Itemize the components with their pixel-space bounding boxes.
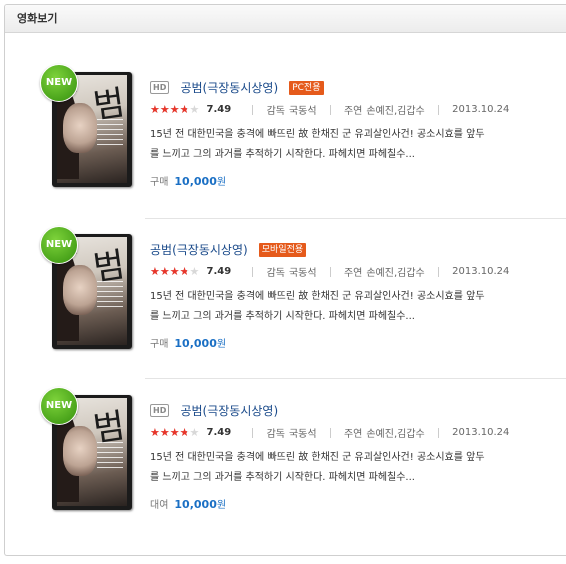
cast-label: 주연: [343, 106, 363, 117]
platform-tag: 모바일전용: [258, 242, 307, 257]
star-rating: ★★★★★★★★★★: [150, 265, 200, 278]
cast-names: 손예진,김갑수: [366, 268, 425, 279]
release-date: 2013.10.24: [452, 266, 510, 277]
new-badge: NEW: [40, 226, 78, 264]
release-date: 2013.10.24: [452, 427, 510, 438]
movie-title-link[interactable]: 공범(극장동시상영): [180, 402, 278, 419]
director-label: 감독: [266, 429, 285, 440]
price-unit: 원: [216, 339, 227, 350]
cast-names: 손예진,김갑수: [366, 429, 425, 440]
release-date: 2013.10.24: [452, 104, 510, 115]
synopsis-line-2: 를 느끼고 그의 과거를 추적하기 시작한다. 파헤치면 파헤칠수...: [150, 149, 415, 160]
hd-badge: HD: [150, 81, 170, 94]
movie-panel: 영화보기 NEW ∟범 HD 공범(극장동시상영) PC전용 ★★★★★★★★★…: [4, 4, 566, 556]
new-badge: NEW: [40, 387, 78, 425]
rating-score: 7.49: [206, 104, 232, 115]
price-label: 구매: [150, 339, 169, 350]
synopsis-line-1: 15년 전 대한민국을 충격에 빠뜨린 故 한채진 군 유괴살인사건! 공소시효…: [150, 452, 485, 463]
movie-title-link[interactable]: 공범(극장동시상영): [180, 79, 278, 96]
price-amount: 10,000: [174, 498, 217, 511]
price-label: 구매: [150, 177, 169, 188]
list-item: NEW ∟범 HD 공범(극장동시상영) PC전용 ★★★★★★★★★★ 7.4…: [36, 64, 566, 204]
price-row: 대여 10,000원: [150, 496, 226, 511]
price-amount: 10,000: [174, 337, 217, 350]
panel-title: 영화보기: [5, 5, 566, 33]
synopsis: 15년 전 대한민국을 충격에 빠뜨린 故 한채진 군 유괴살인사건! 공소시효…: [150, 287, 566, 327]
synopsis-line-2: 를 느끼고 그의 과거를 추적하기 시작한다. 파헤치면 파헤칠수...: [150, 472, 415, 483]
synopsis-line-1: 15년 전 대한민국을 충격에 빠뜨린 故 한채진 군 유괴살인사건! 공소시효…: [150, 129, 485, 140]
meta-row: ★★★★★★★★★★ 7.49 감독국동석 주연손예진,김갑수 2013.10.…: [150, 425, 509, 440]
price-unit: 원: [216, 177, 227, 188]
cast-names: 손예진,김갑수: [366, 106, 425, 117]
star-rating: ★★★★★★★★★★: [150, 103, 200, 116]
rating-score: 7.49: [206, 427, 232, 438]
price-row: 구매 10,000원: [150, 173, 226, 188]
star-rating: ★★★★★★★★★★: [150, 426, 200, 439]
director-name: 국동석: [288, 429, 317, 440]
director-label: 감독: [266, 106, 285, 117]
synopsis-line-2: 를 느끼고 그의 과거를 추적하기 시작한다. 파헤치면 파헤칠수...: [150, 311, 415, 322]
cast-label: 주연: [343, 268, 363, 279]
director-name: 국동석: [288, 268, 317, 279]
meta-row: ★★★★★★★★★★ 7.49 감독국동석 주연손예진,김갑수 2013.10.…: [150, 264, 509, 279]
new-badge: NEW: [40, 64, 78, 102]
list-item: NEW ∟범 공범(극장동시상영) 모바일전용 ★★★★★★★★★★ 7.49 …: [36, 226, 566, 366]
meta-row: ★★★★★★★★★★ 7.49 감독국동석 주연손예진,김갑수 2013.10.…: [150, 102, 509, 117]
director-label: 감독: [266, 268, 285, 279]
price-label: 대여: [150, 500, 169, 511]
rating-score: 7.49: [206, 266, 232, 277]
synopsis: 15년 전 대한민국을 충격에 빠뜨린 故 한채진 군 유괴살인사건! 공소시효…: [150, 125, 566, 165]
synopsis-line-1: 15년 전 대한민국을 충격에 빠뜨린 故 한채진 군 유괴살인사건! 공소시효…: [150, 291, 485, 302]
synopsis: 15년 전 대한민국을 충격에 빠뜨린 故 한채진 군 유괴살인사건! 공소시효…: [150, 448, 566, 488]
item-divider: [145, 378, 566, 379]
price-unit: 원: [216, 500, 227, 511]
price-row: 구매 10,000원: [150, 335, 226, 350]
item-divider: [145, 218, 566, 219]
hd-badge: HD: [150, 404, 170, 417]
price-amount: 10,000: [174, 175, 217, 188]
platform-tag: PC전용: [289, 80, 324, 95]
director-name: 국동석: [288, 106, 317, 117]
cast-label: 주연: [343, 429, 363, 440]
movie-title-link[interactable]: 공범(극장동시상영): [150, 241, 248, 258]
list-item: NEW ∟범 HD 공범(극장동시상영) ★★★★★★★★★★ 7.49 감독국…: [36, 387, 566, 527]
